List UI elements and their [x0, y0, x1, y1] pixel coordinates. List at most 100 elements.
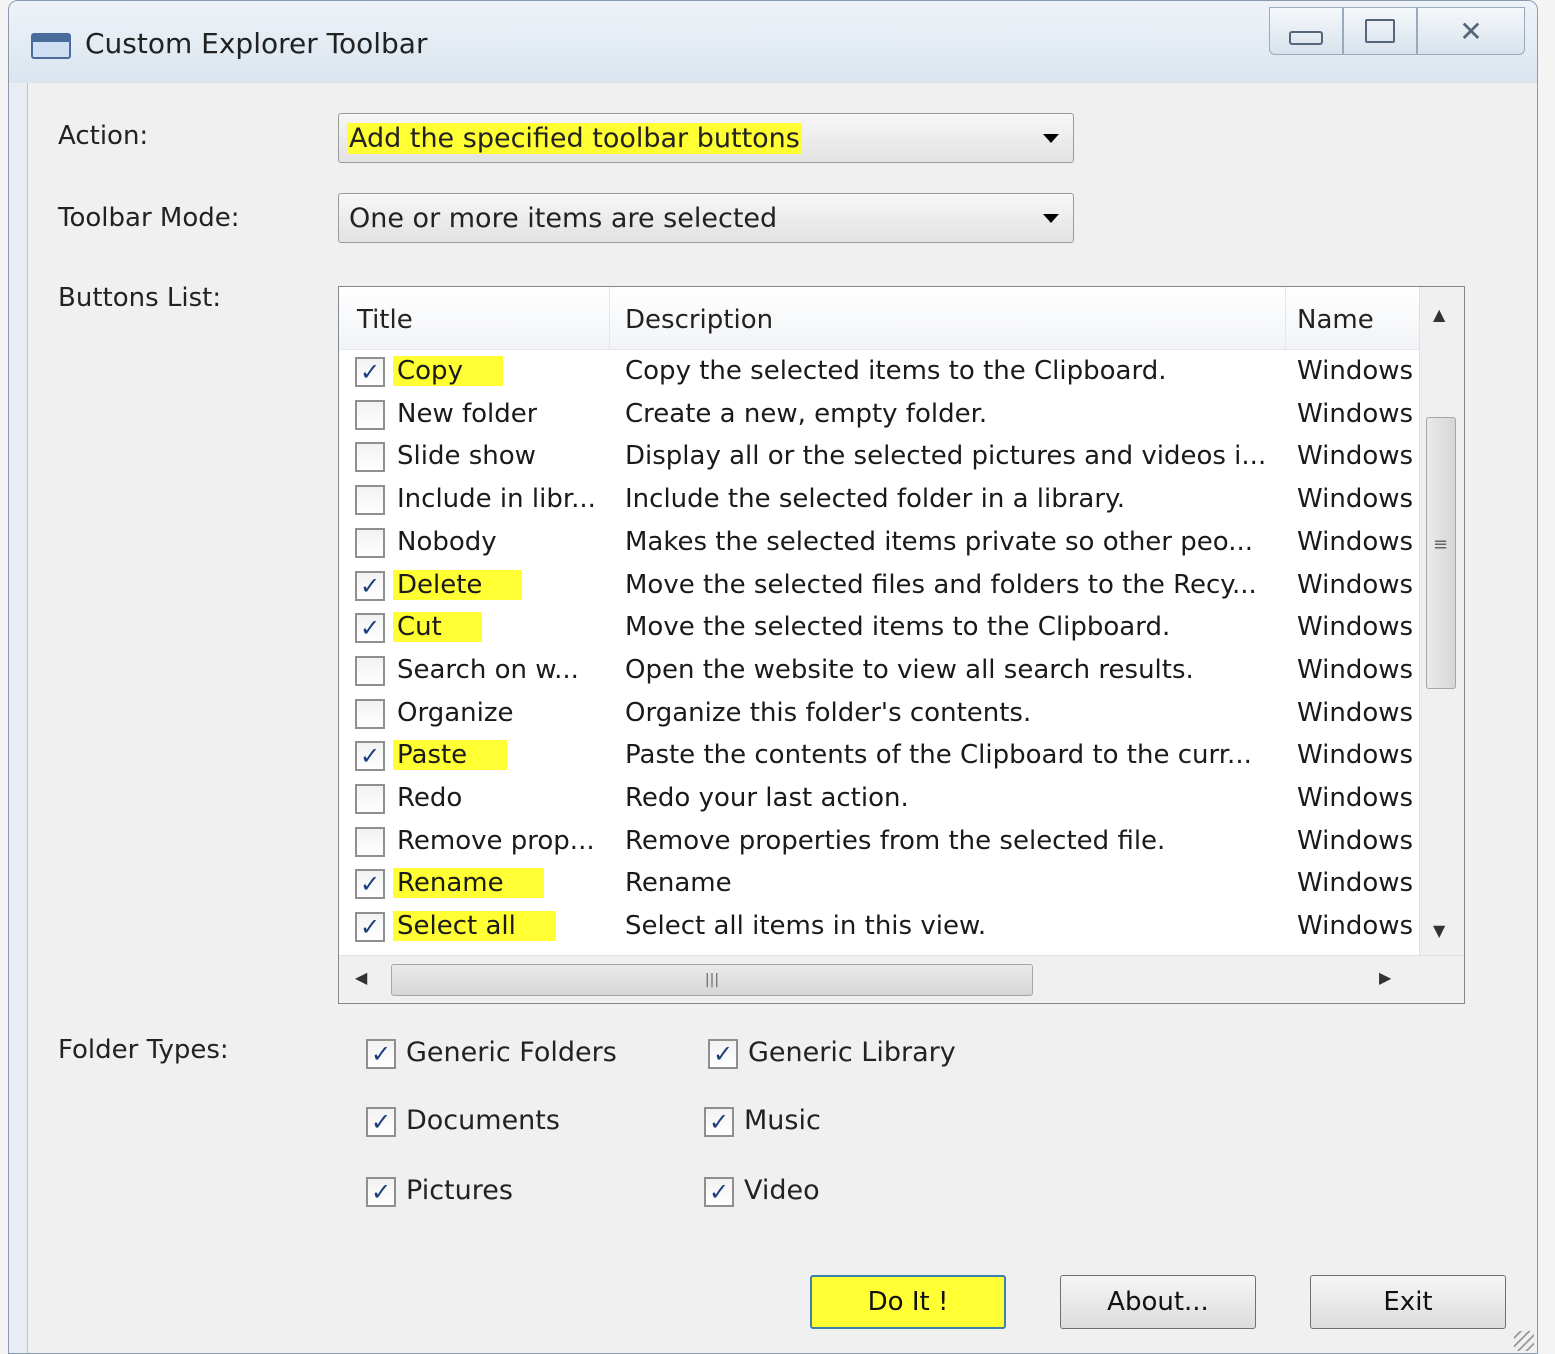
- table-row[interactable]: Redo Redo your last action. Windows: [339, 778, 1419, 821]
- row-checkbox[interactable]: ✓: [355, 741, 385, 772]
- table-row[interactable]: ✓ Copy Copy the selected items to the Clip…: [339, 351, 1419, 394]
- vertical-scroll-thumb[interactable]: ≡: [1426, 417, 1456, 689]
- row-description: Move the selected items to the Clipboard…: [625, 612, 1171, 643]
- table-row[interactable]: Search on w... Open the website to view a…: [339, 650, 1419, 693]
- exit-button[interactable]: Exit: [1310, 1275, 1506, 1329]
- row-checkbox[interactable]: [355, 826, 385, 857]
- row-checkbox[interactable]: [355, 784, 385, 814]
- row-title: Select all: [393, 911, 556, 942]
- row-checkbox[interactable]: ✓: [355, 613, 385, 644]
- row-checkbox[interactable]: [355, 442, 385, 473]
- folder-type-label: Pictures: [406, 1175, 513, 1206]
- table-row[interactable]: Nobody Makes the selected items private s…: [339, 522, 1419, 565]
- column-header-description[interactable]: Description: [625, 305, 773, 335]
- buttons-list[interactable]: Title Description Name ✓ Copy Copy the sel…: [338, 286, 1465, 1004]
- row-name: Windows: [1297, 783, 1414, 813]
- resize-grip[interactable]: [1514, 1331, 1534, 1351]
- row-name: Windows: [1297, 356, 1414, 386]
- column-divider[interactable]: [609, 287, 610, 349]
- row-checkbox[interactable]: ✓: [355, 357, 385, 387]
- dropdown-arrow-icon: [1043, 134, 1059, 143]
- checkbox[interactable]: ✓: [708, 1039, 738, 1069]
- row-name: Windows: [1297, 612, 1414, 643]
- table-row[interactable]: Remove prop... Remove properties from the…: [339, 821, 1419, 864]
- row-description: Display all or the selected pictures and…: [625, 441, 1267, 472]
- column-divider[interactable]: [1285, 287, 1286, 349]
- list-header: Title Description Name: [339, 287, 1419, 350]
- row-description: Move the selected files and folders to t…: [625, 569, 1257, 600]
- row-description: Include the selected folder in a library…: [625, 484, 1125, 515]
- scroll-up-icon[interactable]: ▲: [1433, 305, 1445, 324]
- row-description: Paste the contents of the Clipboard to t…: [625, 740, 1252, 771]
- title-bar: Custom Explorer Toolbar ✕: [9, 1, 1537, 83]
- checkbox[interactable]: ✓: [366, 1107, 396, 1137]
- row-title: New folder: [397, 398, 538, 429]
- about-button[interactable]: About...: [1060, 1275, 1256, 1329]
- scroll-down-icon[interactable]: ▼: [1433, 921, 1445, 940]
- row-name: Windows: [1297, 740, 1414, 771]
- window-title: Custom Explorer Toolbar: [85, 27, 428, 60]
- table-row[interactable]: ✓ Rename Rename Windows: [339, 863, 1419, 906]
- minimize-button[interactable]: [1269, 7, 1343, 55]
- row-checkbox[interactable]: [355, 399, 385, 430]
- scroll-right-icon[interactable]: ▶: [1379, 968, 1391, 987]
- row-description: Remove properties from the selected file…: [625, 825, 1166, 856]
- row-checkbox[interactable]: [355, 655, 385, 686]
- horizontal-scroll-thumb[interactable]: |||: [391, 964, 1033, 996]
- table-row[interactable]: New folder Create a new, empty folder. Win…: [339, 394, 1419, 437]
- main-window: Custom Explorer Toolbar ✕ Action: Add th…: [8, 0, 1538, 1354]
- row-description: Copy the selected items to the Clipboard…: [625, 356, 1167, 386]
- column-header-name[interactable]: Name: [1297, 305, 1374, 335]
- dialog-body: Action: Add the specified toolbar button…: [27, 83, 1537, 1353]
- vertical-scrollbar[interactable]: ▲ ≡ ▼: [1419, 287, 1464, 955]
- checkbox[interactable]: ✓: [366, 1039, 396, 1069]
- checkbox[interactable]: ✓: [366, 1177, 396, 1207]
- row-description: Open the website to view all search resu…: [625, 654, 1194, 685]
- horizontal-scrollbar[interactable]: ◀ ||| ▶: [339, 955, 1464, 1003]
- row-name: Windows: [1297, 697, 1414, 728]
- row-checkbox[interactable]: ✓: [355, 570, 385, 601]
- table-row[interactable]: ✓ Delete Move the selected files and folde…: [339, 565, 1419, 608]
- row-title: Copy: [393, 356, 503, 386]
- table-row[interactable]: ✓ Cut Move the selected items to the Clipb…: [339, 607, 1419, 650]
- close-button[interactable]: ✕: [1417, 7, 1525, 55]
- folder-type-label: Video: [744, 1175, 820, 1206]
- table-row[interactable]: Slide show Display all or the selected pi…: [339, 436, 1419, 479]
- column-header-title[interactable]: Title: [357, 305, 413, 335]
- table-row[interactable]: Include in libr... Include the selected f…: [339, 479, 1419, 522]
- row-checkbox[interactable]: [355, 527, 385, 558]
- row-name: Windows: [1297, 911, 1414, 942]
- action-label: Action:: [58, 121, 149, 151]
- row-title: Delete: [393, 569, 523, 600]
- row-name: Windows: [1297, 825, 1414, 856]
- thumb-grip-icon: ≡: [1433, 534, 1449, 555]
- row-title: Organize: [397, 697, 514, 728]
- row-name: Windows: [1297, 526, 1414, 557]
- close-icon: ✕: [1459, 14, 1483, 48]
- action-dropdown-value: Add the specified toolbar buttons: [347, 123, 802, 154]
- table-row[interactable]: Organize Organize this folder's contents.…: [339, 693, 1419, 736]
- table-row[interactable]: ✓ Paste Paste the contents of the Clipboar…: [339, 735, 1419, 778]
- folder-type-label: Documents: [406, 1105, 560, 1136]
- row-name: Windows: [1297, 569, 1414, 600]
- row-description: Rename: [625, 868, 732, 899]
- maximize-button[interactable]: [1343, 7, 1417, 55]
- row-checkbox[interactable]: [355, 698, 385, 729]
- scroll-left-icon[interactable]: ◀: [355, 968, 367, 987]
- checkbox[interactable]: ✓: [704, 1107, 734, 1137]
- minimize-icon: [1289, 31, 1323, 45]
- row-title: Remove prop...: [397, 825, 595, 856]
- maximize-icon: [1365, 19, 1395, 43]
- folder-types-label: Folder Types:: [58, 1035, 229, 1065]
- checkbox[interactable]: ✓: [704, 1177, 734, 1207]
- row-checkbox[interactable]: ✓: [355, 869, 385, 900]
- action-dropdown[interactable]: Add the specified toolbar buttons: [338, 113, 1074, 163]
- row-name: Windows: [1297, 868, 1414, 899]
- row-checkbox[interactable]: [355, 485, 385, 516]
- toolbar-mode-dropdown[interactable]: One or more items are selected: [338, 193, 1074, 243]
- folder-type-label: Generic Folders: [406, 1037, 617, 1068]
- row-checkbox[interactable]: ✓: [355, 912, 385, 943]
- table-row[interactable]: ✓ Select all Select all items in this view…: [339, 906, 1419, 949]
- do-it-button[interactable]: Do It !: [810, 1275, 1006, 1329]
- row-title: Search on w...: [397, 654, 579, 685]
